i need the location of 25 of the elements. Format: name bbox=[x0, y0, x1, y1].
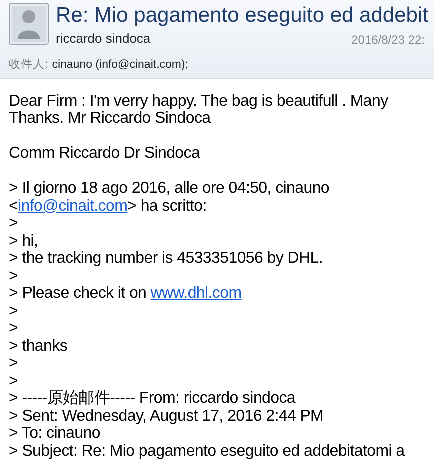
sender-name: riccardo sindoca bbox=[56, 30, 151, 48]
body-line: > bbox=[9, 355, 20, 373]
body-line: Dear Firm : I'm verry happy. The bag is beautifull . Many Thanks. Mr Riccardo Sindoca bbox=[9, 92, 390, 128]
body-line: > thanks bbox=[9, 338, 69, 356]
body-line: > -----原始邮件----- From: riccardo sindoca bbox=[9, 390, 297, 408]
body-line: > bbox=[9, 215, 20, 233]
body-line: > Please check it on www.dhl.com bbox=[9, 285, 243, 303]
body-line: Comm Riccardo Dr Sindoca bbox=[9, 145, 202, 163]
body-line: > bbox=[9, 268, 20, 286]
link[interactable]: www.dhl.com bbox=[150, 285, 242, 302]
link[interactable]: info@cinait.com bbox=[18, 198, 128, 215]
body-line: > Sent: Wednesday, August 17, 2016 2:44 PM bbox=[9, 408, 325, 426]
body-line: <info@cinait.com> ha scritto: bbox=[9, 198, 208, 216]
body-line: > Subject: Re: Mio pagamento eseguito ed addebitatomi a bbox=[9, 442, 406, 460]
recipient-text: cinauno (info@cinait.com); bbox=[52, 58, 189, 72]
body-line: > Il giorno 18 ago 2016, alle ore 04:50, cinauno bbox=[9, 180, 331, 198]
body-line: > bbox=[9, 302, 20, 320]
recipient-label: 收件人: bbox=[9, 58, 48, 72]
body-line: > the tracking number is 4533351056 by DHL. bbox=[9, 250, 324, 268]
body-line: > bbox=[9, 372, 20, 390]
body-line: > To: cinauno bbox=[9, 425, 102, 443]
body-line: > bbox=[9, 320, 20, 338]
date-text: 2016/8/23 22: bbox=[352, 32, 425, 48]
avatar-icon bbox=[9, 3, 49, 45]
body-line: > hi, bbox=[9, 232, 40, 250]
